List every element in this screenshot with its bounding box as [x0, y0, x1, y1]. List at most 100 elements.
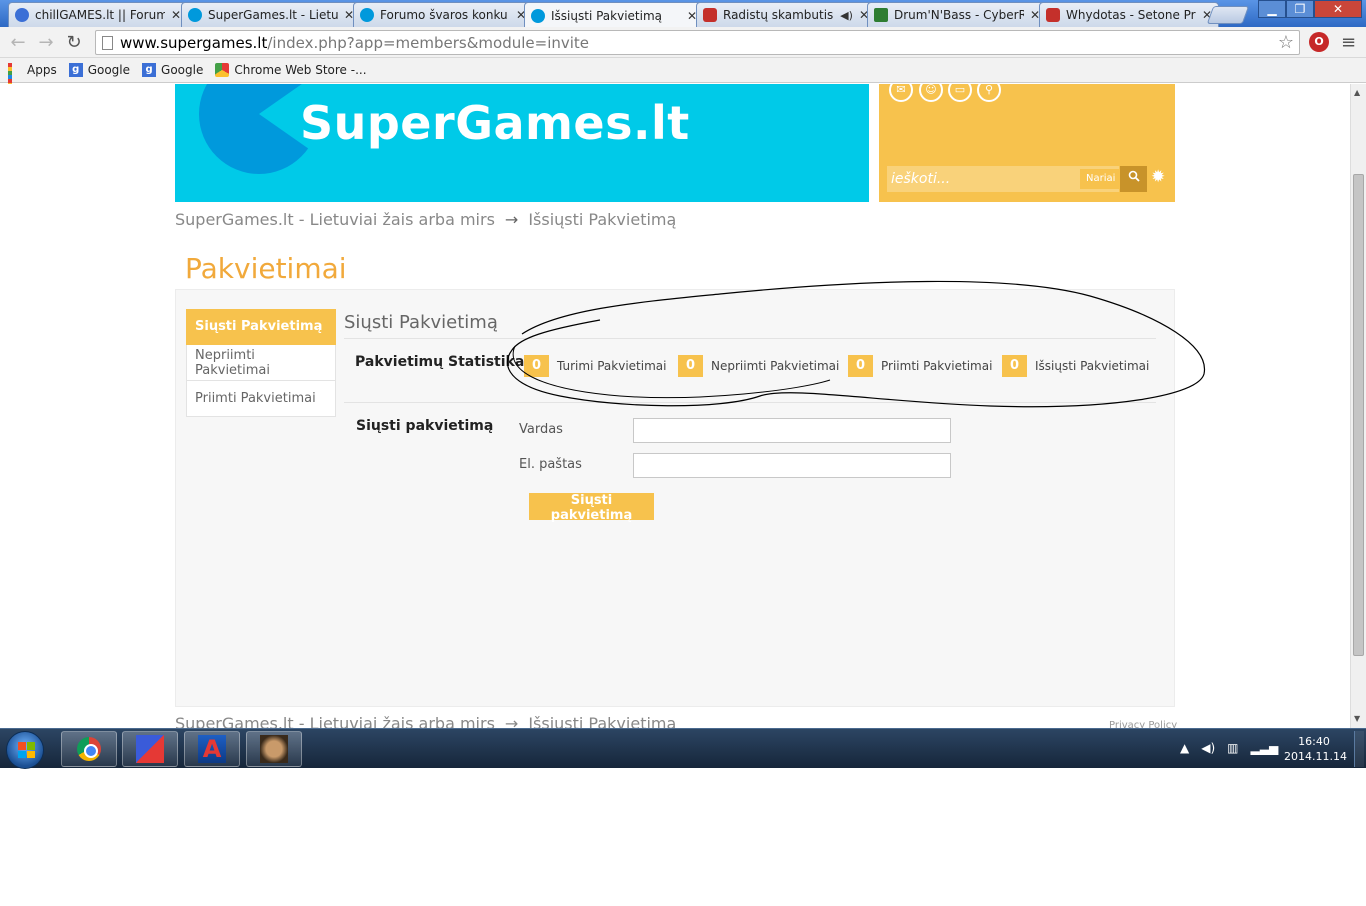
- network-icon[interactable]: ▥: [1227, 741, 1238, 755]
- stat-available: 0 Turimi Pakvietimai: [524, 355, 666, 377]
- extension-icon[interactable]: O: [1309, 32, 1329, 52]
- sidebar-item-send-invite[interactable]: Siųsti Pakvietimą: [186, 309, 336, 345]
- stat-sent: 0 Išsiųsti Pakvietimai: [1002, 355, 1149, 377]
- tab-drumnbass[interactable]: Drum'N'Bass - CyberR ✕: [867, 2, 1047, 27]
- clock-date: 2014.11.14: [1284, 750, 1347, 763]
- chat-icon[interactable]: ▭: [948, 84, 972, 102]
- stat-label: Priimti Pakvietimai: [881, 359, 993, 373]
- location-icon[interactable]: ⚲: [977, 84, 1001, 102]
- search-icon: [1128, 170, 1140, 182]
- bookmark-label: Apps: [27, 63, 57, 77]
- scroll-thumb[interactable]: [1353, 174, 1364, 656]
- stat-label: Nepriimti Pakvietimai: [711, 359, 840, 373]
- show-desktop-button[interactable]: [1354, 731, 1364, 767]
- name-label: Vardas: [519, 422, 563, 437]
- scroll-down-icon[interactable]: ▼: [1354, 714, 1360, 723]
- send-invite-button[interactable]: Siųsti pakvietimą: [529, 493, 654, 523]
- chrome-icon: [77, 737, 101, 761]
- site-favicon-icon: [531, 8, 545, 23]
- address-bar[interactable]: www.supergames.lt/index.php?app=members&…: [95, 30, 1300, 55]
- windows-taskbar: A ▲ ◀) ▥ ▂▃▅ 16:40 2014.11.14: [0, 728, 1366, 769]
- forward-button[interactable]: →: [34, 31, 58, 55]
- scroll-up-icon[interactable]: ▲: [1354, 88, 1360, 97]
- start-button[interactable]: [6, 731, 44, 769]
- stat-unaccepted: 0 Nepriimti Pakvietimai: [678, 355, 839, 377]
- bookmark-star-icon[interactable]: ☆: [1278, 32, 1294, 53]
- privacy-policy-link[interactable]: Privacy Policy: [1109, 720, 1177, 728]
- clock[interactable]: 16:40 2014.11.14: [1284, 734, 1347, 764]
- bookmark-google-2[interactable]: g Google: [142, 63, 203, 77]
- search-scope-button[interactable]: Nariai: [1080, 169, 1122, 189]
- bookmark-label: Google: [87, 63, 131, 77]
- character-app-icon: [260, 735, 288, 763]
- bookmark-chrome-web-store[interactable]: Chrome Web Store -...: [215, 63, 367, 77]
- tab-strip: chillGAMES.lt || Forum ✕ SuperGames.lt -…: [0, 0, 1366, 28]
- taskbar-chrome[interactable]: [61, 731, 117, 767]
- footer-breadcrumb: SuperGames.lt - Lietuviai žais arba mirs…: [175, 714, 676, 728]
- system-tray: ▲ ◀) ▥ ▂▃▅: [1180, 741, 1278, 755]
- tab-title: SuperGames.lt - Lietuv: [208, 8, 338, 22]
- profile-icon[interactable]: ☺: [919, 84, 943, 102]
- back-button[interactable]: ←: [6, 31, 30, 55]
- music-site-icon: [874, 8, 888, 22]
- breadcrumb: SuperGames.lt - Lietuviai žais arba mirs…: [175, 210, 676, 229]
- screen: chillGAMES.lt || Forum ✕ SuperGames.lt -…: [0, 0, 1366, 906]
- tab-radistu[interactable]: Radistų skambutis ◀) ✕: [696, 2, 876, 27]
- search-box: Nariai: [887, 166, 1122, 192]
- tab-forum-contest[interactable]: Forumo švaros konku ✕: [353, 2, 533, 27]
- bookmark-apps[interactable]: Apps: [8, 63, 57, 99]
- stat-count-badge: 0: [678, 355, 703, 377]
- mail-icon[interactable]: ✉: [889, 84, 913, 102]
- taskbar-app-4[interactable]: [246, 731, 302, 767]
- close-window-button[interactable]: ✕: [1314, 0, 1362, 18]
- sidebar-item-accepted[interactable]: Priimti Pakvietimai: [186, 381, 336, 417]
- speaker-icon: ◀): [840, 8, 853, 22]
- taskbar-app-3[interactable]: A: [184, 731, 240, 767]
- page-viewport: SuperGames.lt ✉ ☺ ▭ ⚲ Nariai ✹ SuperGame…: [0, 84, 1350, 728]
- name-input[interactable]: [633, 418, 951, 443]
- windows-logo-icon: [18, 742, 35, 758]
- tab-chillgames[interactable]: chillGAMES.lt || Forum ✕: [8, 2, 188, 27]
- chrome-web-store-icon: [215, 63, 230, 77]
- maximize-button[interactable]: ❐: [1286, 0, 1314, 18]
- invite-form-title: Siųsti pakvietimą: [356, 418, 494, 434]
- site-banner[interactable]: SuperGames.lt: [175, 84, 869, 202]
- breadcrumb-current[interactable]: Išsiųsti Pakvietimą: [528, 210, 676, 229]
- volume-icon[interactable]: ◀): [1201, 741, 1215, 755]
- stat-accepted: 0 Priimti Pakvietimai: [848, 355, 992, 377]
- apps-grid-icon: [8, 63, 22, 99]
- tab-title: Išsiųsti Pakvietimą: [551, 8, 662, 23]
- stat-label: Išsiųsti Pakvietimai: [1035, 359, 1150, 373]
- sidebar-item-unaccepted[interactable]: Nepriimti Pakvietimai: [186, 345, 336, 381]
- search-button[interactable]: [1120, 166, 1147, 192]
- minimize-button[interactable]: ▁: [1258, 0, 1286, 18]
- vertical-scrollbar[interactable]: ▲ ▼: [1350, 84, 1366, 728]
- bookmark-label: Google: [161, 63, 204, 77]
- chrome-menu-icon[interactable]: ≡: [1341, 32, 1356, 53]
- tab-title: Radistų skambutis: [723, 8, 834, 22]
- tab-whydotas[interactable]: Whydotas - Setone Pr ✕: [1039, 2, 1219, 27]
- taskbar-app-2[interactable]: [122, 731, 178, 767]
- url-path: /index.php?app=members&module=invite: [267, 33, 590, 52]
- bookmark-google-1[interactable]: g Google: [68, 63, 131, 77]
- signal-icon[interactable]: ▂▃▅: [1251, 741, 1279, 755]
- bookmarks-bar: Apps g Google g Google Chrome Web Store …: [0, 58, 1366, 99]
- tab-invite-active[interactable]: Išsiųsti Pakvietimą ✕: [524, 2, 704, 28]
- email-input[interactable]: [633, 453, 951, 478]
- letter-a-app-icon: A: [198, 735, 226, 763]
- tab-supergames-home[interactable]: SuperGames.lt - Lietuv ✕: [181, 2, 361, 27]
- new-tab-button[interactable]: [1206, 6, 1250, 24]
- youtube-icon: [703, 8, 717, 22]
- breadcrumb-home-link[interactable]: SuperGames.lt - Lietuviai žais arba mirs: [175, 210, 495, 229]
- site-favicon-icon: [360, 8, 374, 22]
- search-input[interactable]: [891, 171, 1077, 187]
- stat-count-badge: 0: [524, 355, 549, 377]
- footer-breadcrumb-home[interactable]: SuperGames.lt - Lietuviai žais arba mirs: [175, 714, 495, 728]
- footer-breadcrumb-current[interactable]: Išsiųsti Pakvietimą: [528, 714, 676, 728]
- gear-icon[interactable]: ✹: [1151, 167, 1165, 187]
- divider: [344, 402, 1156, 403]
- site-favicon-icon: [188, 8, 202, 22]
- close-icon[interactable]: ✕: [171, 8, 181, 22]
- reload-button[interactable]: ↻: [62, 31, 86, 55]
- show-hidden-icons-icon[interactable]: ▲: [1180, 741, 1189, 755]
